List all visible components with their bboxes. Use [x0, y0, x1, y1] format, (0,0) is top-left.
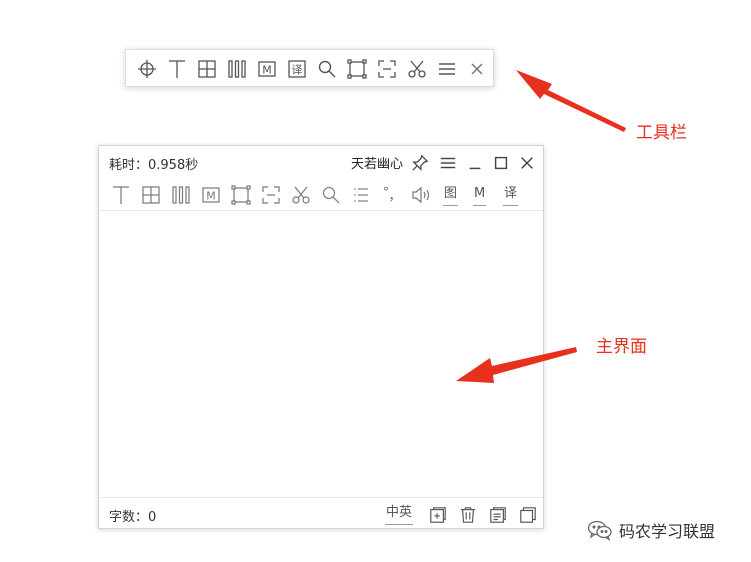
watermark-text: 码农学习联盟 — [619, 522, 716, 541]
annotation-arrows — [456, 70, 626, 383]
main-window-arrow — [456, 347, 577, 383]
toolbar-arrow — [516, 70, 626, 132]
watermark: 码农学习联盟 — [587, 518, 715, 542]
main-window-annotation-label: 主界面 — [596, 337, 647, 357]
toolbar-annotation-label: 工具栏 — [636, 123, 687, 143]
wechat-icon — [587, 519, 613, 541]
